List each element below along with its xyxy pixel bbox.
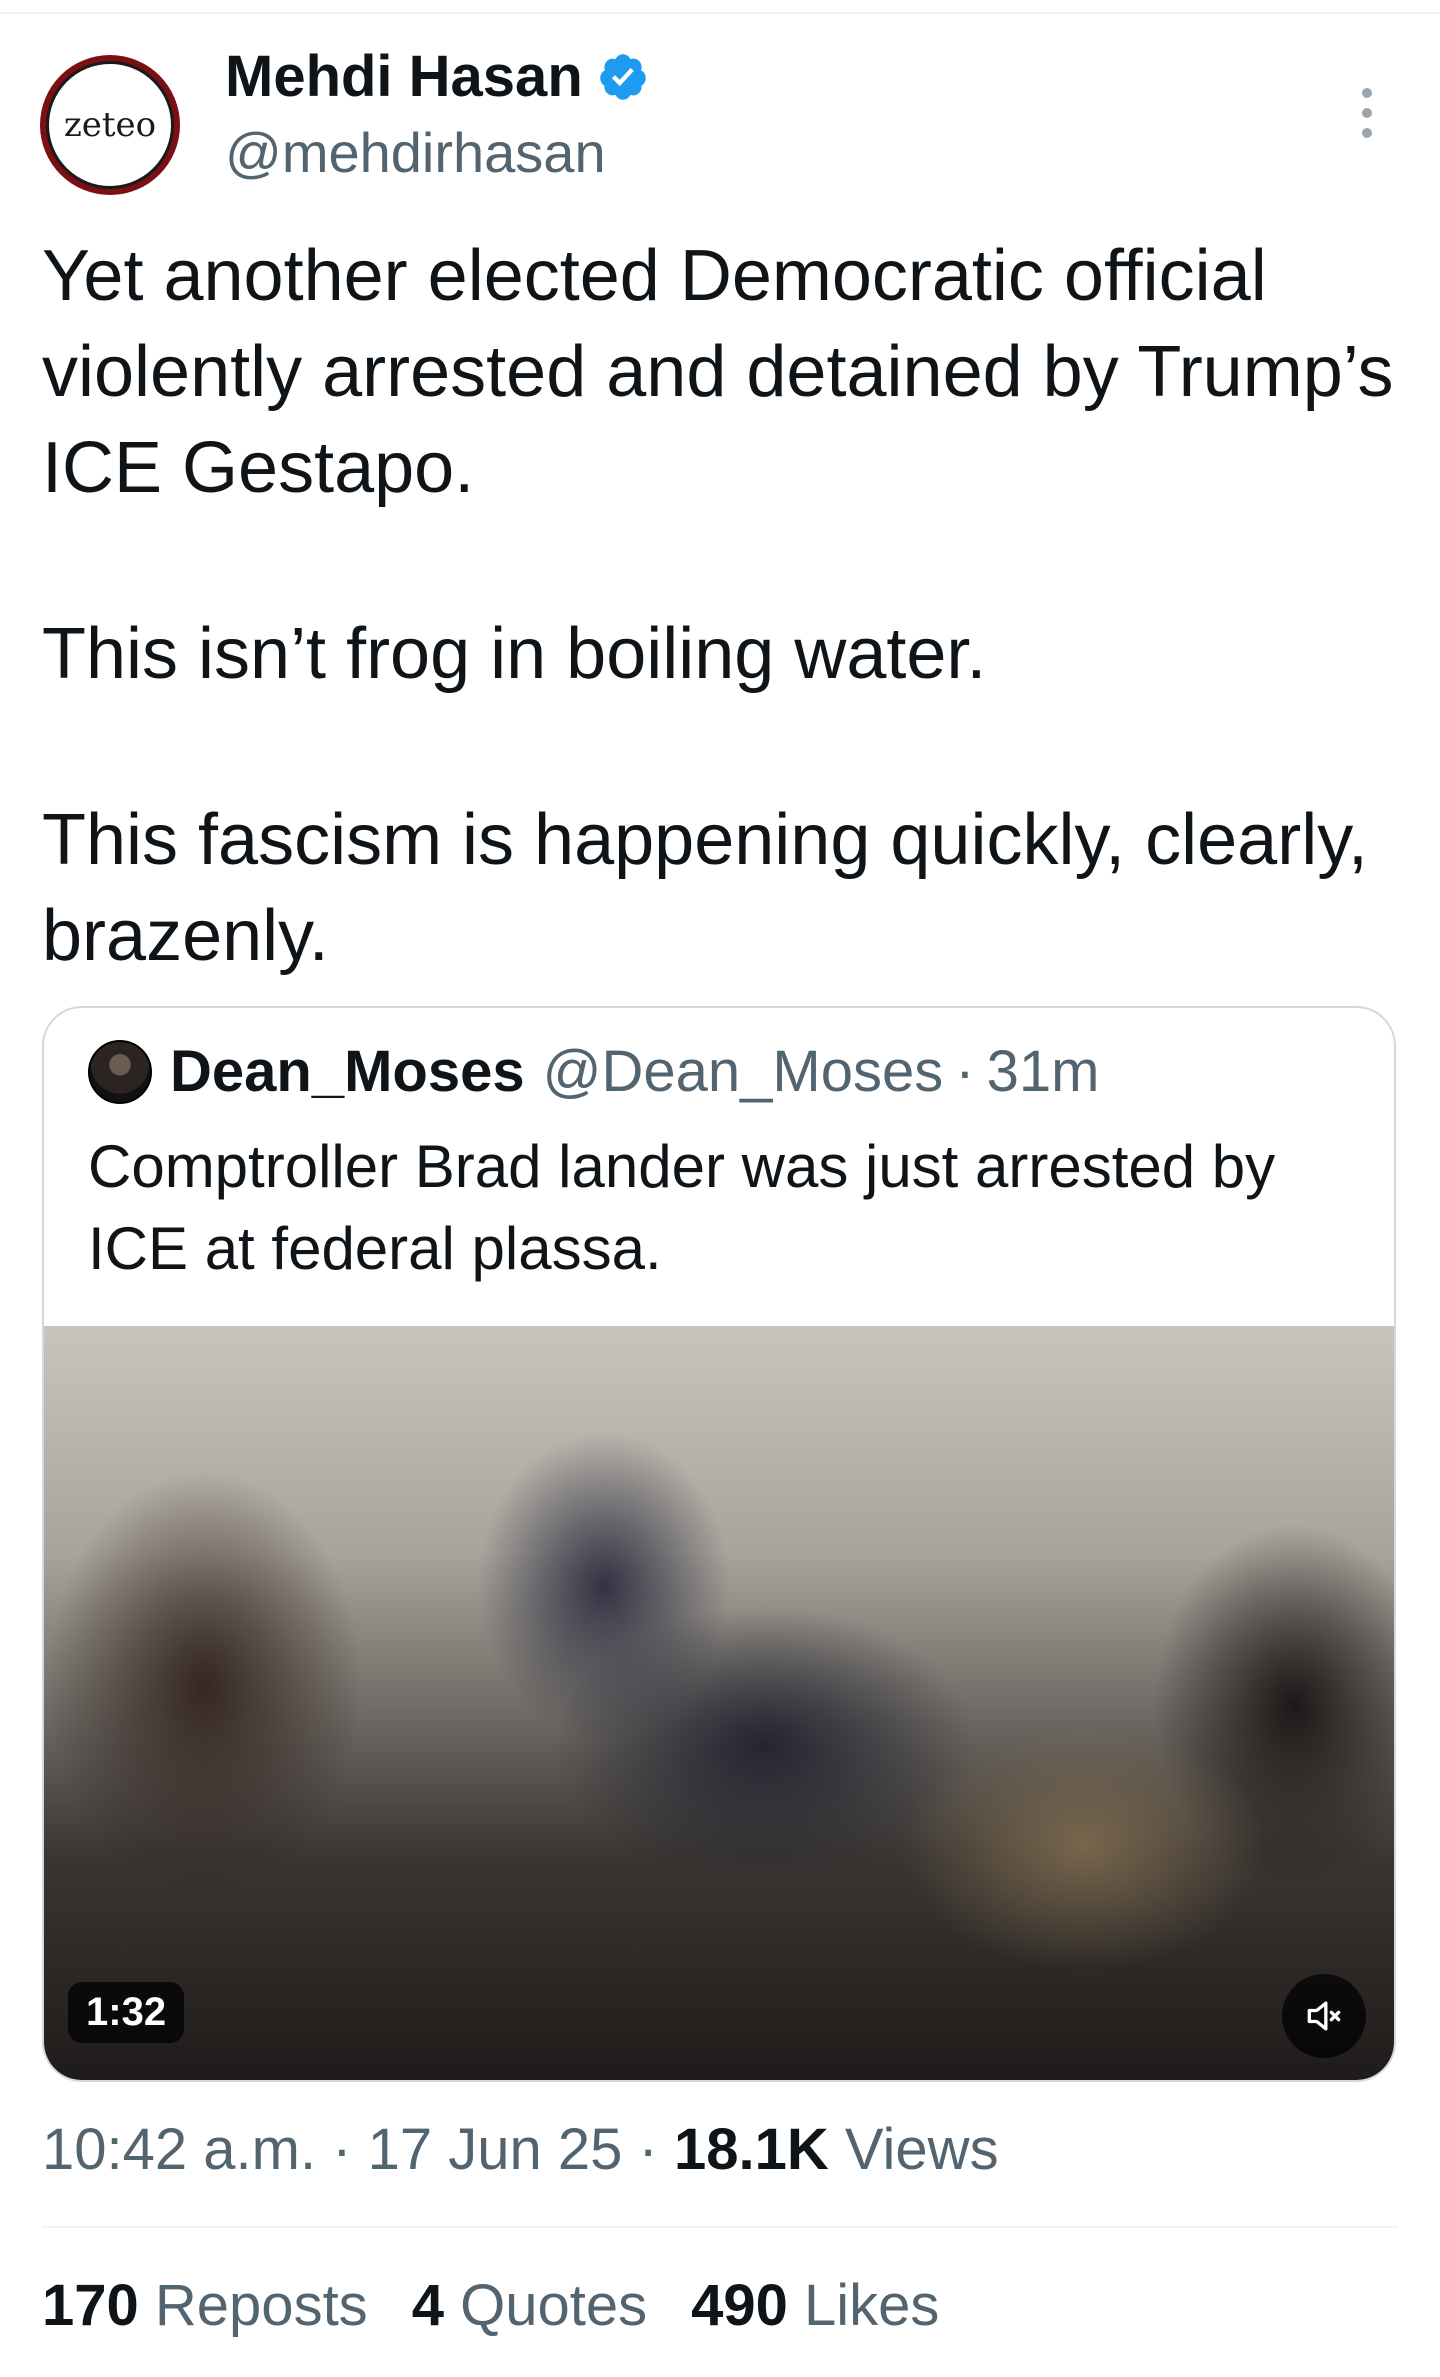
- quoted-tweet-text: Comptroller Brad lander was just arreste…: [88, 1126, 1358, 1290]
- verified-badge-icon: [597, 51, 649, 103]
- quoted-tweet-time[interactable]: 31m: [987, 1038, 1100, 1105]
- tweet-time[interactable]: 10:42 a.m.: [42, 2117, 316, 2182]
- author-display-name[interactable]: Mehdi Hasan: [225, 48, 583, 106]
- author-name-row: Mehdi Hasan: [225, 48, 649, 106]
- quotes-stat[interactable]: 4 Quotes: [412, 2266, 647, 2346]
- stats-divider: [42, 2226, 1398, 2228]
- reposts-stat[interactable]: 170 Reposts: [42, 2266, 368, 2346]
- quotes-count: 4: [411, 2273, 444, 2338]
- reposts-count: 170: [42, 2273, 139, 2338]
- author-avatar[interactable]: zeteo: [40, 55, 180, 195]
- quoted-author-name[interactable]: Dean_Moses: [170, 1038, 525, 1105]
- likes-count: 490: [691, 2273, 788, 2338]
- author-handle[interactable]: @mehdirhasan: [225, 122, 606, 184]
- meta-separator: ·: [332, 2117, 352, 2182]
- tweet-date[interactable]: 17 Jun 25: [368, 2117, 623, 2182]
- likes-label: Likes: [803, 2273, 940, 2338]
- views-count: 18.1K: [674, 2117, 829, 2182]
- quoted-tweet-card[interactable]: Dean_Moses @Dean_Moses · 31m Comptroller…: [42, 1006, 1396, 2082]
- likes-stat[interactable]: 490 Likes: [691, 2266, 939, 2346]
- top-divider: [0, 12, 1440, 14]
- reposts-label: Reposts: [154, 2273, 368, 2338]
- engagement-stats: 170 Reposts 4 Quotes 490 Likes: [42, 2266, 939, 2346]
- author-avatar-logo: zeteo: [46, 61, 174, 189]
- tweet-meta-line: 10:42 a.m. · 17 Jun 25 · 18.1K Views: [42, 2110, 999, 2190]
- quoted-meta-separator: ·: [955, 1039, 975, 1104]
- tweet-text: Yet another elected Democratic official …: [42, 228, 1402, 984]
- quoted-author-avatar[interactable]: [88, 1039, 152, 1104]
- quoted-tweet-body: Comptroller Brad lander was just arreste…: [88, 1133, 1276, 1282]
- speaker-muted-icon: [1307, 2001, 1341, 2031]
- meta-separator: ·: [638, 2117, 658, 2182]
- avatar-logo-text: zeteo: [63, 105, 157, 145]
- views-label: Views: [844, 2117, 999, 2182]
- quotes-label: Quotes: [460, 2273, 648, 2338]
- quoted-author-handle[interactable]: @Dean_Moses: [543, 1038, 944, 1105]
- more-options-icon[interactable]: [1352, 88, 1382, 138]
- tweet-paragraph: This fascism is happening quickly, clear…: [42, 800, 1368, 976]
- mute-toggle-button[interactable]: [1282, 1974, 1366, 2058]
- tweet-paragraph: Yet another elected Democratic official …: [42, 236, 1394, 508]
- video-duration-badge: 1:32: [68, 1982, 185, 2043]
- video-player[interactable]: 1:32: [44, 1326, 1394, 2080]
- tweet-paragraph: This isn’t frog in boiling water.: [42, 614, 987, 694]
- quoted-tweet-header: Dean_Moses @Dean_Moses · 31m: [88, 1038, 1099, 1105]
